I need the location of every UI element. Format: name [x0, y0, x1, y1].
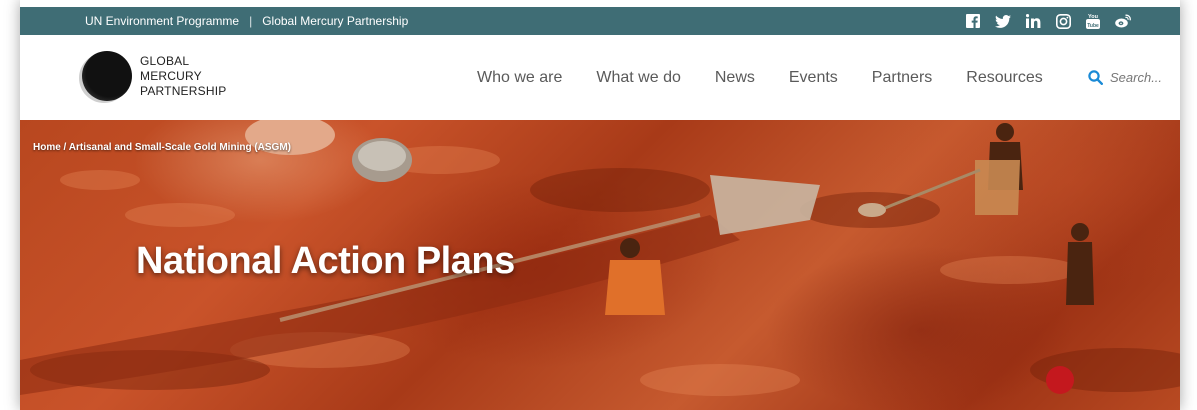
youtube-icon[interactable]: Tube You [1078, 7, 1108, 35]
instagram-icon[interactable] [1048, 7, 1078, 35]
logo-text: GLOBAL MERCURY PARTNERSHIP [140, 54, 226, 99]
svg-text:You: You [1088, 14, 1098, 20]
twitter-icon[interactable] [988, 7, 1018, 35]
logo-circle-icon [82, 51, 132, 101]
main-nav: Who we are What we do News Events Partne… [477, 35, 1077, 120]
facebook-icon[interactable] [958, 7, 988, 35]
page-frame: UN Environment Programme | Global Mercur… [20, 0, 1180, 410]
top-links: UN Environment Programme | Global Mercur… [85, 7, 408, 35]
nav-resources[interactable]: Resources [966, 69, 1042, 87]
nav-what-we-do[interactable]: What we do [596, 69, 680, 87]
linkedin-icon[interactable] [1018, 7, 1048, 35]
nav-partners[interactable]: Partners [872, 69, 932, 87]
top-separator: | [249, 14, 253, 28]
breadcrumb[interactable]: Home / Artisanal and Small-Scale Gold Mi… [33, 142, 291, 153]
nav-events[interactable]: Events [789, 69, 838, 87]
gmp-link[interactable]: Global Mercury Partnership [262, 14, 408, 28]
social-links: Tube You [958, 7, 1138, 35]
weibo-icon[interactable] [1108, 7, 1138, 35]
logo-line-1: GLOBAL [140, 53, 190, 68]
nav-news[interactable]: News [715, 69, 755, 87]
nav-who-we-are[interactable]: Who we are [477, 69, 562, 87]
top-bar: UN Environment Programme | Global Mercur… [20, 7, 1180, 35]
logo-line-3: PARTNERSHIP [140, 83, 227, 98]
search-input[interactable]: Search... [1110, 70, 1162, 85]
search-box[interactable]: Search... [1088, 35, 1162, 120]
site-logo[interactable]: GLOBAL MERCURY PARTNERSHIP [82, 51, 226, 101]
unep-link[interactable]: UN Environment Programme [85, 14, 239, 28]
hero-banner: Home / Artisanal and Small-Scale Gold Mi… [20, 120, 1180, 410]
site-header: GLOBAL MERCURY PARTNERSHIP Who we are Wh… [20, 35, 1180, 120]
logo-line-2: MERCURY [140, 68, 202, 83]
page-title: National Action Plans [136, 240, 515, 282]
search-icon[interactable] [1088, 70, 1103, 85]
svg-text:Tube: Tube [1087, 23, 1099, 29]
